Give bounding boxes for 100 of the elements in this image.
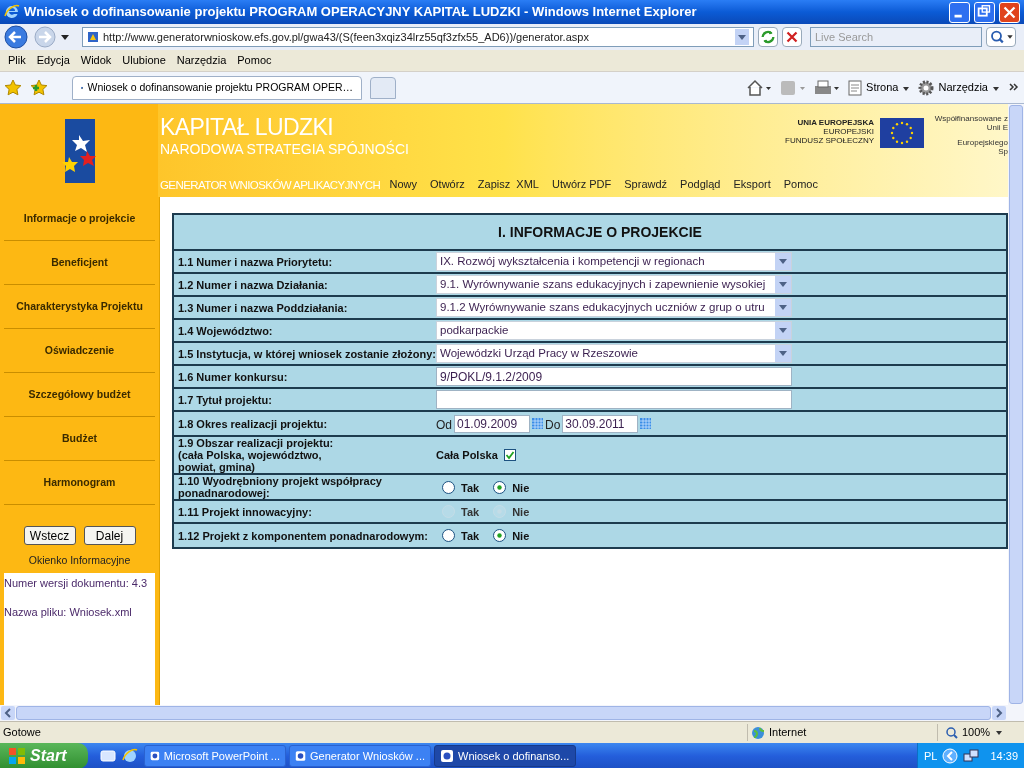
field-label: 1.8 Okres realizacji projektu: [178, 417, 328, 430]
nav-button[interactable]: Dalej [83, 526, 136, 545]
text-field[interactable] [436, 390, 792, 409]
browser-tab[interactable]: Wniosek o dofinansowanie projektu PROGRAM OPER… [72, 75, 362, 100]
browser-logo-icon [4, 4, 20, 20]
nav-link[interactable]: Nowy [389, 175, 417, 193]
zone-label: Internet [769, 725, 807, 741]
dropdown[interactable]: 9.1. Wyrównywanie szans edukacyjnych i zapewnienie wysokiej [436, 275, 792, 294]
sidebar-link[interactable]: Szczegółowy budżet [12, 388, 147, 401]
radio-label: Nie [512, 505, 530, 521]
cofinance-text: Współfinansowane z [934, 114, 1008, 123]
toolbar-menu-button[interactable]: Strona [848, 79, 911, 96]
add-favorite-icon[interactable] [30, 78, 48, 97]
close-icon[interactable] [999, 1, 1020, 23]
sidebar-link[interactable]: Budżet [12, 432, 147, 445]
nav-link[interactable]: Podgląd [680, 175, 721, 193]
menu-item[interactable]: Edycja [36, 52, 70, 69]
minimize-icon[interactable] [949, 1, 970, 23]
nav-link[interactable]: Eksport [733, 175, 771, 193]
eu-text: FUNDUSZ SPOŁECZNY [785, 136, 874, 145]
date-field[interactable]: 01.09.2009 [454, 414, 530, 433]
dropdown[interactable]: podkarpackie [436, 321, 792, 340]
desktop-icon[interactable] [100, 748, 116, 764]
stop-icon[interactable] [782, 27, 802, 47]
radio-label: Tak [461, 505, 480, 521]
radio-button[interactable] [442, 529, 455, 542]
taskbar-button[interactable]: Wniosek o dofinanso... [434, 745, 576, 767]
menu-item[interactable]: Narzędzia [176, 52, 227, 69]
field-label: 1.7 Tytuł projektu: [178, 393, 272, 406]
date-field[interactable]: 30.09.2011 [562, 414, 639, 433]
horizontal-scrollbar[interactable] [0, 705, 1024, 721]
zoom-icon [946, 726, 958, 739]
toolbar-menu-button[interactable]: Narzędzia [918, 79, 1000, 96]
dropdown[interactable]: IX. Rozwój wykształcenia i kompetencji w regionach [436, 252, 792, 271]
sidebar-link[interactable]: Beneficjent [12, 256, 147, 269]
calendar-icon[interactable] [640, 418, 652, 429]
nav-link[interactable]: Zapisz XML [477, 175, 539, 193]
search-field[interactable]: Live Search [810, 27, 982, 47]
text-field[interactable]: 9/POKL/9.1.2/2009 [436, 367, 792, 386]
scroll-right-icon[interactable] [992, 706, 1006, 720]
radio-label: Nie [512, 529, 530, 545]
field-label: 1.12 Projekt z komponentem ponadnarodowym: [178, 529, 428, 542]
field-label: 1.10 Wyodrębniony projekt współpracy ponadnarodowej: [178, 475, 382, 499]
info-text: Nazwa pliku: Wniosek.xml [4, 605, 133, 621]
maximize-icon[interactable] [974, 1, 995, 23]
nav-link[interactable]: Otwórz [430, 175, 465, 193]
checkbox-label: Cała Polska [436, 447, 498, 463]
taskbar-button[interactable]: Generator Wniosków ... [289, 745, 431, 767]
app-icon [295, 749, 307, 763]
field-label: 1.3 Numer i nazwa Poddziałania: [178, 301, 348, 314]
menu-item[interactable]: Pomoc [237, 52, 272, 69]
field-label: 1.11 Projekt innowacyjny: [178, 505, 312, 518]
scroll-thumb[interactable] [16, 706, 991, 720]
star-icon[interactable] [4, 78, 22, 97]
radio-label: Tak [461, 529, 480, 545]
home-icon[interactable] [746, 78, 773, 97]
caret-icon [994, 728, 1005, 737]
sidebar-link[interactable]: Oświadczenie [12, 344, 147, 357]
network-icon[interactable] [963, 748, 980, 764]
back-button-icon[interactable] [4, 25, 30, 49]
taskbar-button[interactable]: Microsoft PowerPoint ... [144, 745, 286, 767]
info-title: Okienko Informacyjne [27, 553, 132, 568]
dropdown-arrow-icon[interactable] [60, 32, 70, 42]
menu-item[interactable]: Widok [80, 52, 112, 69]
field-label: 1.4 Województwo: [178, 324, 273, 337]
menu-item[interactable]: Ulubione [122, 52, 166, 69]
field-label: 1.2 Numer i nazwa Działania: [178, 278, 328, 291]
radio-label: Tak [461, 480, 480, 496]
header-title: KAPITAŁ LUDZKI [160, 114, 334, 140]
expand-tray-icon[interactable] [942, 748, 959, 764]
status-text: Gotowe [3, 725, 42, 741]
nav-button[interactable]: Wstecz [23, 526, 76, 545]
radio-button[interactable] [493, 480, 507, 494]
sidebar-link[interactable]: Harmonogram [12, 476, 147, 489]
menu-item[interactable]: Plik [8, 52, 26, 69]
radio-button[interactable] [442, 480, 455, 494]
field-label: 1.9 Obszar realizacji projektu: (cała Polska, województwo, powiat, gmina) [178, 437, 334, 473]
dropdown[interactable]: 9.1.2 Wyrównywanie szans edukacyjnych uczniów z grup o utru [436, 298, 792, 317]
checkbox[interactable] [503, 449, 516, 461]
cofinance-text: Europejskiego [957, 138, 1008, 147]
info-text: Numer wersji dokumentu: 4.3 [4, 575, 149, 591]
address-field[interactable]: http://www.generatorwnioskow.efs.gov.pl/gwa43/(S(feen3xqiz34lrz55qf3zfx55_AD6))/generator.aspx [82, 27, 754, 47]
refresh-icon[interactable] [758, 27, 778, 47]
zoom-control[interactable]: 100% [937, 724, 1005, 741]
sidebar-link[interactable]: Charakterystyka Projektu [12, 300, 147, 313]
scroll-thumb[interactable] [1009, 105, 1023, 704]
sidebar-link[interactable]: Informacje o projekcie [12, 212, 147, 225]
dropdown[interactable]: Wojewódzki Urząd Pracy w Rzeszowie [436, 344, 792, 363]
radio-button[interactable] [493, 529, 507, 542]
gear-icon [918, 79, 935, 96]
nav-link[interactable]: Pomoc [783, 175, 818, 193]
scroll-left-icon[interactable] [1, 706, 15, 720]
cofinance-text: Sp [998, 147, 1008, 156]
printer-icon[interactable] [814, 78, 841, 97]
nav-link[interactable]: Sprawdź [624, 175, 668, 193]
eu-text: EUROPEJSKI [823, 127, 874, 136]
browser-logo-icon[interactable] [122, 748, 138, 764]
field-label: 1.1 Numer i nazwa Priorytetu: [178, 255, 333, 268]
nav-link[interactable]: Utwórz PDF [552, 175, 612, 193]
search-icon[interactable] [986, 27, 1016, 47]
